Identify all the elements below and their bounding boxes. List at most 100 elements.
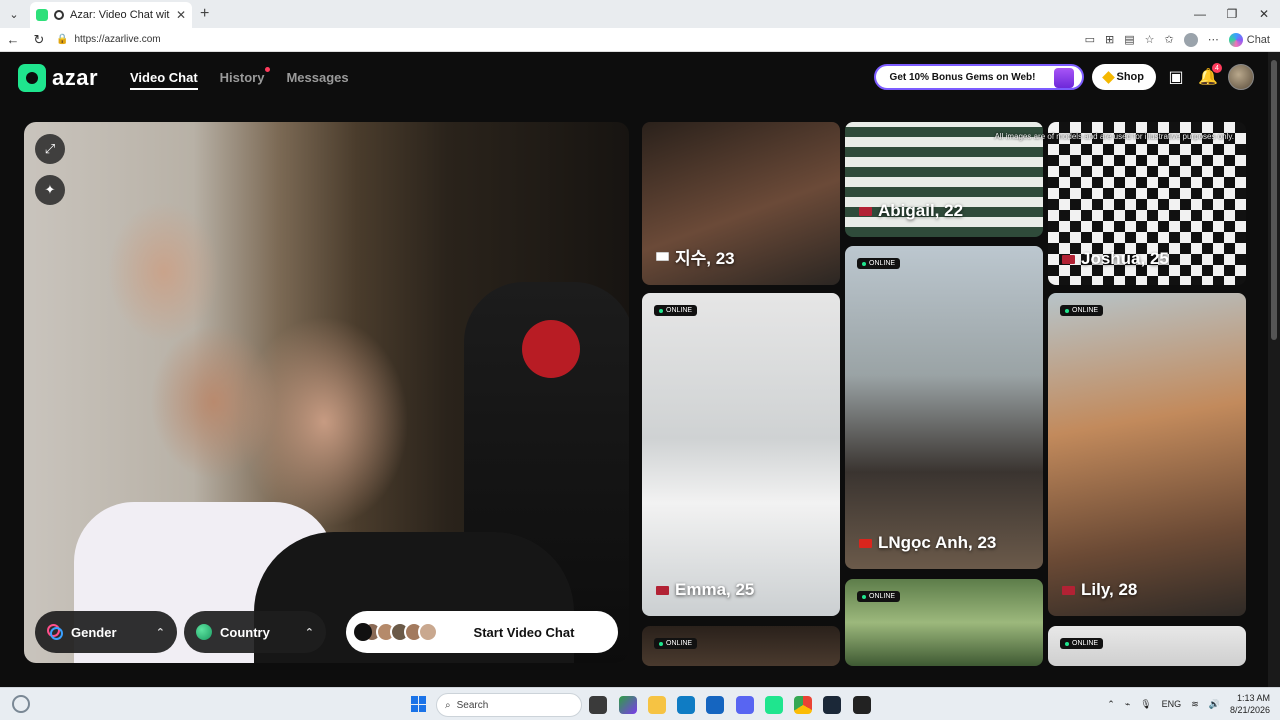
screen: ⌄ Azar: Video Chat with New Pe ✕ + — ❐ ✕… [0,0,1280,720]
bonus-gems-button[interactable]: Get 10% Bonus Gems on Web! [873,64,1084,90]
taskbar: ⌕ Search ⌃ ⌁ 🎙 ENG ≋ 🔊 1:13 AM 8/21/2026 [0,687,1280,720]
page: azar Video Chat History Messages Get 10%… [0,52,1268,687]
profile-card[interactable]: ONLINE [642,626,840,666]
inbox-icon[interactable]: ▣ [1164,65,1188,89]
discord-icon[interactable] [736,696,754,714]
profile-card[interactable]: ONLINE Emma, 25 [642,293,840,616]
taskbar-search[interactable]: ⌕ Search [436,693,582,717]
nav-history[interactable]: History [219,67,271,85]
online-badge: ONLINE [1060,305,1104,316]
gift-icon [1053,68,1074,88]
reading-view-icon[interactable]: ▤ [1124,33,1134,46]
copilot-app-icon[interactable] [619,696,637,714]
widgets-icon[interactable] [12,695,30,713]
flag-us-icon [1062,585,1075,595]
flag-us-icon [859,206,872,216]
new-tab-icon[interactable]: + [200,5,209,23]
copilot-button[interactable]: Chat [1228,32,1270,47]
site-header: azar Video Chat History Messages Get 10%… [0,52,1268,102]
language-indicator[interactable]: ENG [1162,699,1182,709]
profile-name: 지수, 23 [656,244,735,269]
window-controls: — ❐ ✕ [1184,0,1280,28]
task-view-icon[interactable] [589,696,607,714]
refresh-icon[interactable]: ↻ [26,32,52,48]
profile-icon[interactable] [1183,32,1198,47]
extensions-icon[interactable]: ⊞ [1105,33,1114,46]
start-video-chat-button[interactable]: Start Video Chat [346,611,618,653]
tab-actions-icon[interactable]: ⌄ [2,2,26,26]
country-filter[interactable]: Country ⌃ [184,611,326,653]
maximize-icon[interactable]: ❐ [1216,0,1248,28]
copilot-icon [1228,32,1243,47]
gem-icon [1101,70,1115,84]
edge-icon[interactable] [677,696,695,714]
nav-video-chat[interactable]: Video Chat [130,70,198,90]
minimize-icon[interactable]: — [1184,0,1216,28]
profile-name: Emma, 25 [656,580,754,600]
wifi-icon[interactable]: ≋ [1191,699,1199,710]
browser-toolbar: ▭ ⊞ ▤ ☆ ✩ ⋯ Chat [1085,32,1270,47]
logo-text: azar [52,65,99,90]
shop-button[interactable]: Shop [1091,64,1156,90]
shop-label: Shop [1116,71,1145,83]
file-explorer-icon[interactable] [648,696,666,714]
notifications-button[interactable]: 🔔 4 [1196,63,1222,89]
steam-icon[interactable] [823,696,841,714]
network-icon[interactable]: ⌁ [1125,699,1130,710]
chrome-icon[interactable] [794,696,812,714]
effects-wand-icon[interactable]: ✦ [35,175,65,205]
close-tab-icon[interactable]: ✕ [176,8,186,22]
chair-logo [522,320,580,378]
system-tray: ⌃ ⌁ 🎙 ENG ≋ 🔊 1:13 AM 8/21/2026 [1107,692,1270,716]
site-info-icon[interactable]: 🔒 [56,34,68,45]
scrollbar-thumb[interactable] [1271,60,1277,340]
profile-card[interactable]: ONLINE LNgọc Anh, 23 [845,246,1043,569]
globe-icon [196,624,212,640]
profile-card[interactable]: ONLINE [1048,626,1246,666]
page-scrollbar[interactable] [1268,52,1280,687]
gender-label: Gender [71,624,117,640]
logo[interactable]: azar [18,64,98,92]
browser-tab[interactable]: Azar: Video Chat with New Pe ✕ [30,2,192,28]
avatar [418,622,438,642]
more-icon[interactable]: ⋯ [1208,33,1219,46]
url-field[interactable]: 🔒 https://azarlive.com [56,30,1056,50]
profile-card[interactable]: ONLINE [845,579,1043,666]
favorite-icon[interactable]: ☆ [1145,33,1155,46]
gender-icon [47,624,63,640]
search-icon: ⌕ [445,699,451,711]
chevron-up-icon: ⌃ [304,626,314,639]
online-badge: ONLINE [1060,638,1104,649]
profile-name: Abigail, 22 [859,201,963,221]
chevron-up-icon[interactable]: ⌃ [1107,699,1115,710]
azar-app-icon[interactable] [765,696,783,714]
expand-icon[interactable]: ⤢ [35,134,65,164]
nav-messages[interactable]: Messages [286,70,348,85]
flag-vn-icon [859,538,872,548]
profile-name-text: Joshua, 25 [1081,249,1169,268]
close-window-icon[interactable]: ✕ [1248,0,1280,28]
avatar[interactable] [1228,64,1254,90]
back-icon[interactable]: ← [0,32,26,47]
recording-icon [54,10,64,20]
nav-history-label: History [219,70,265,85]
site-favicon-icon [36,9,48,21]
clock-time: 1:13 AM [1236,693,1270,703]
profile-name: LNgọc Anh, 23 [859,533,996,553]
favorites-icon[interactable]: ✩ [1165,33,1174,46]
profile-card[interactable]: Joshua, 25 [1048,122,1246,285]
mic-icon[interactable]: 🎙 [1140,699,1151,710]
start-icon[interactable] [411,696,427,712]
obs-icon[interactable] [853,696,871,714]
disclaimer-text: All images are of models and are used fo… [994,132,1234,141]
gender-filter[interactable]: Gender ⌃ [35,611,177,653]
profile-name-text: LNgọc Anh, 23 [878,533,997,552]
camera-icon[interactable]: ▭ [1085,33,1095,46]
profile-card[interactable]: ONLINE Lily, 28 [1048,293,1246,616]
store-icon[interactable] [706,696,724,714]
chevron-up-icon: ⌃ [155,626,165,639]
camera-icon [354,623,372,641]
volume-icon[interactable]: 🔊 [1209,699,1220,710]
clock[interactable]: 1:13 AM 8/21/2026 [1230,692,1270,716]
profile-card[interactable]: 지수, 23 [642,122,840,285]
